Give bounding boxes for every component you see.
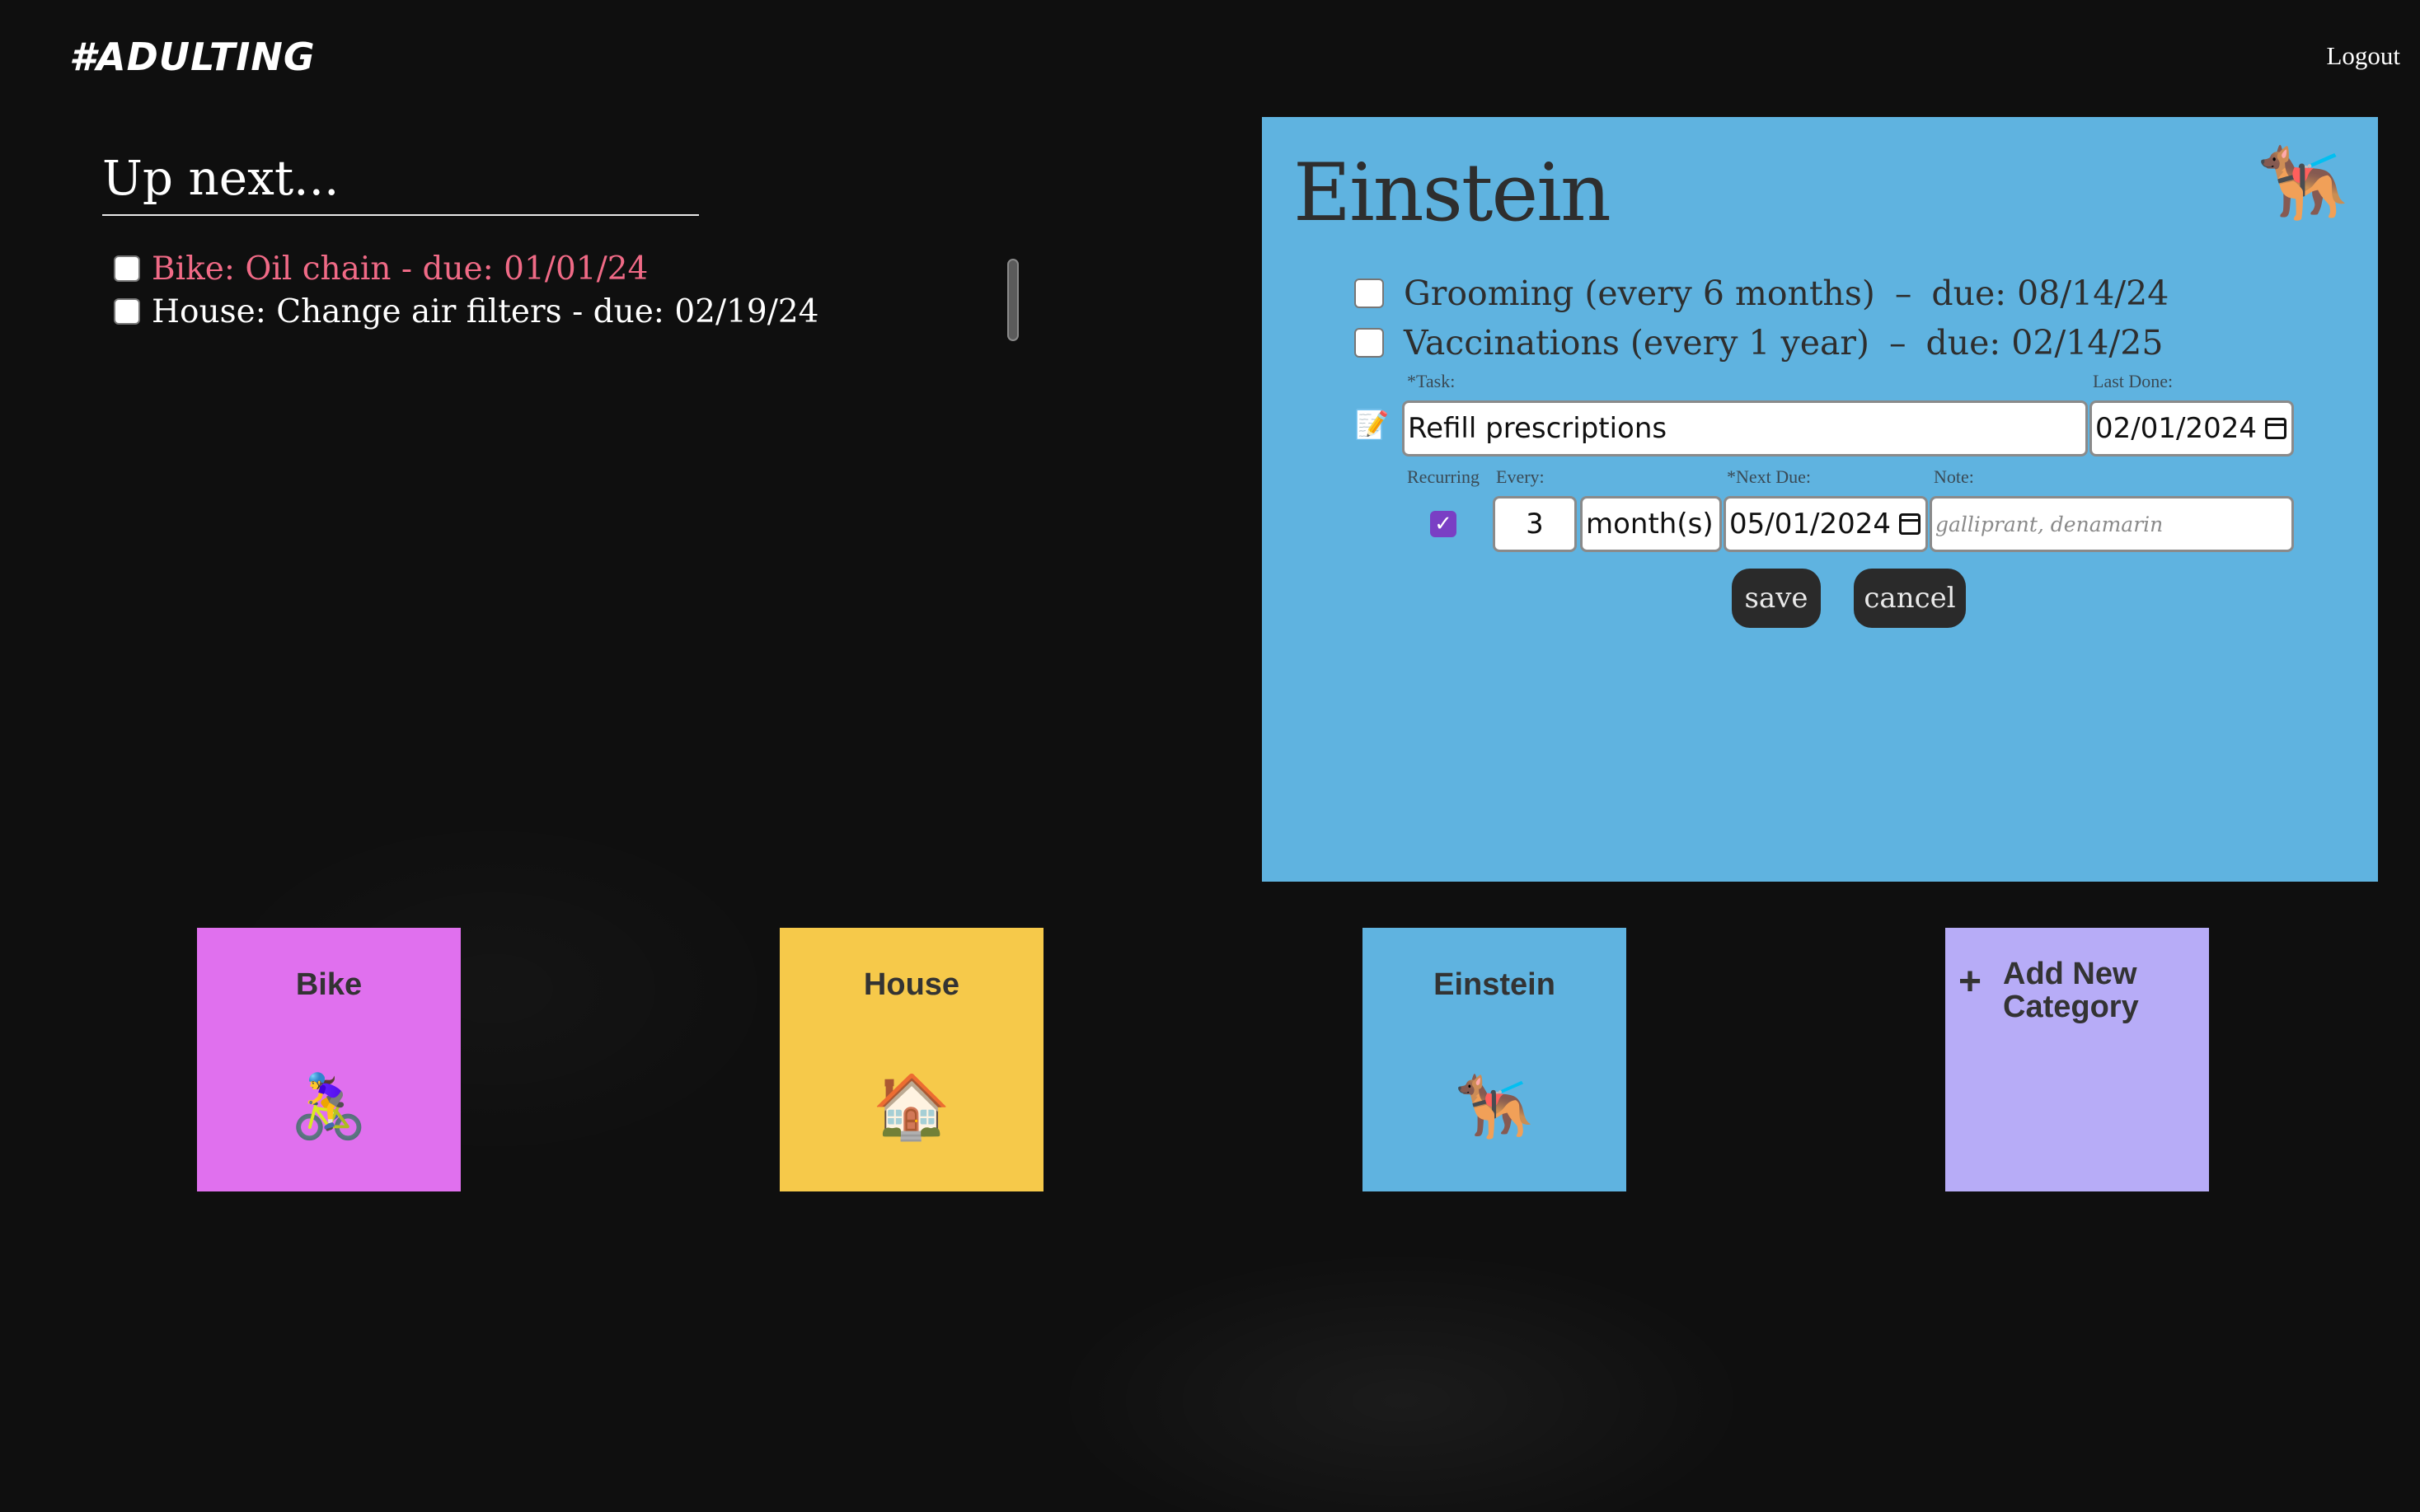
recurring-label: Recurring — [1407, 466, 1480, 487]
up-next-item-label: Bike: Oil chain - due: 01/01/24 — [152, 250, 649, 288]
category-tile-bike[interactable]: Bike 🚴‍♀️ — [197, 928, 461, 1191]
category-label: House — [863, 967, 960, 1002]
task-input[interactable]: Refill prescriptions — [1402, 400, 2088, 456]
task-separator: – — [1894, 274, 1912, 313]
service-dog-icon: 🐕‍🦺 — [1455, 1072, 1534, 1142]
task-row: Grooming (every 6 months) – due: 08/14/2… — [1354, 274, 2169, 313]
recurring-checkbox[interactable]: ✓ — [1430, 511, 1456, 537]
calendar-icon[interactable] — [1899, 513, 1921, 535]
service-dog-icon: 🐕‍🦺 — [2258, 140, 2348, 225]
task-separator: – — [1889, 323, 1906, 363]
last-done-label: Last Done: — [2093, 371, 2174, 391]
up-next-section: Up next... Bike: Oil chain - due: 01/01/… — [102, 150, 1025, 333]
bicyclist-icon: 🚴‍♀️ — [289, 1072, 368, 1142]
next-due-date-input[interactable]: 05/01/2024 — [1724, 496, 1928, 552]
app-logo: #ADULTING — [69, 35, 316, 79]
house-icon: 🏠 — [872, 1072, 951, 1142]
last-done-date-value: 02/01/2024 — [2095, 412, 2257, 445]
up-next-title: Up next... — [102, 150, 699, 216]
interval-unit-select[interactable]: month(s) ⌄ — [1580, 496, 1722, 552]
note-input[interactable]: galliprant, denamarin — [1930, 496, 2294, 552]
up-next-scrollbar[interactable] — [1007, 259, 1019, 341]
logout-link[interactable]: Logout — [2326, 41, 2400, 71]
cancel-button[interactable]: cancel — [1854, 569, 1966, 628]
calendar-icon[interactable] — [2265, 418, 2286, 439]
save-button[interactable]: save — [1732, 569, 1821, 628]
up-next-list: Bike: Oil chain - due: 01/01/24 House: C… — [114, 247, 1025, 333]
task-due: due: 08/14/24 — [1931, 274, 2169, 313]
category-label: Einstein — [1433, 967, 1555, 1002]
category-tile-house[interactable]: House 🏠 — [780, 928, 1044, 1191]
up-next-item: House: Change air filters - due: 02/19/2… — [114, 290, 1025, 333]
task-checkbox[interactable] — [1354, 279, 1384, 308]
add-category-label: Add New Category — [2003, 957, 2139, 1024]
every-input[interactable]: 3 — [1493, 496, 1577, 552]
task-field-label: *Task: — [1407, 371, 1456, 391]
memo-icon: 📝 — [1354, 409, 1390, 442]
category-tile-einstein[interactable]: Einstein 🐕‍🦺 — [1362, 928, 1626, 1191]
every-label: Every: — [1496, 466, 1545, 487]
plus-icon: + — [1958, 960, 1982, 1004]
task-row: Vaccinations (every 1 year) – due: 02/14… — [1354, 323, 2163, 363]
task-name: Grooming (every 6 months) — [1404, 274, 1875, 313]
task-checkbox[interactable] — [1354, 328, 1384, 358]
task-name: Vaccinations (every 1 year) — [1404, 323, 1869, 363]
up-next-item-label: House: Change air filters - due: 02/19/2… — [152, 293, 819, 330]
task-due: due: 02/14/25 — [1925, 323, 2164, 363]
chevron-down-icon: ⌄ — [1717, 514, 1719, 535]
add-category-tile[interactable]: + Add New Category — [1945, 928, 2209, 1191]
last-done-date-input[interactable]: 02/01/2024 — [2089, 400, 2294, 456]
category-label: Bike — [295, 967, 363, 1002]
task-checkbox[interactable] — [114, 298, 140, 325]
note-label: Note: — [1934, 466, 1974, 487]
category-detail-panel: Einstein 🐕‍🦺 Grooming (every 6 months) –… — [1262, 117, 2378, 882]
up-next-item: Bike: Oil chain - due: 01/01/24 — [114, 247, 1025, 290]
task-checkbox[interactable] — [114, 255, 140, 282]
interval-unit-value: month(s) — [1586, 508, 1714, 541]
next-due-date-value: 05/01/2024 — [1729, 508, 1891, 541]
panel-title: Einstein — [1293, 147, 1611, 239]
next-due-label: *Next Due: — [1727, 466, 1812, 487]
